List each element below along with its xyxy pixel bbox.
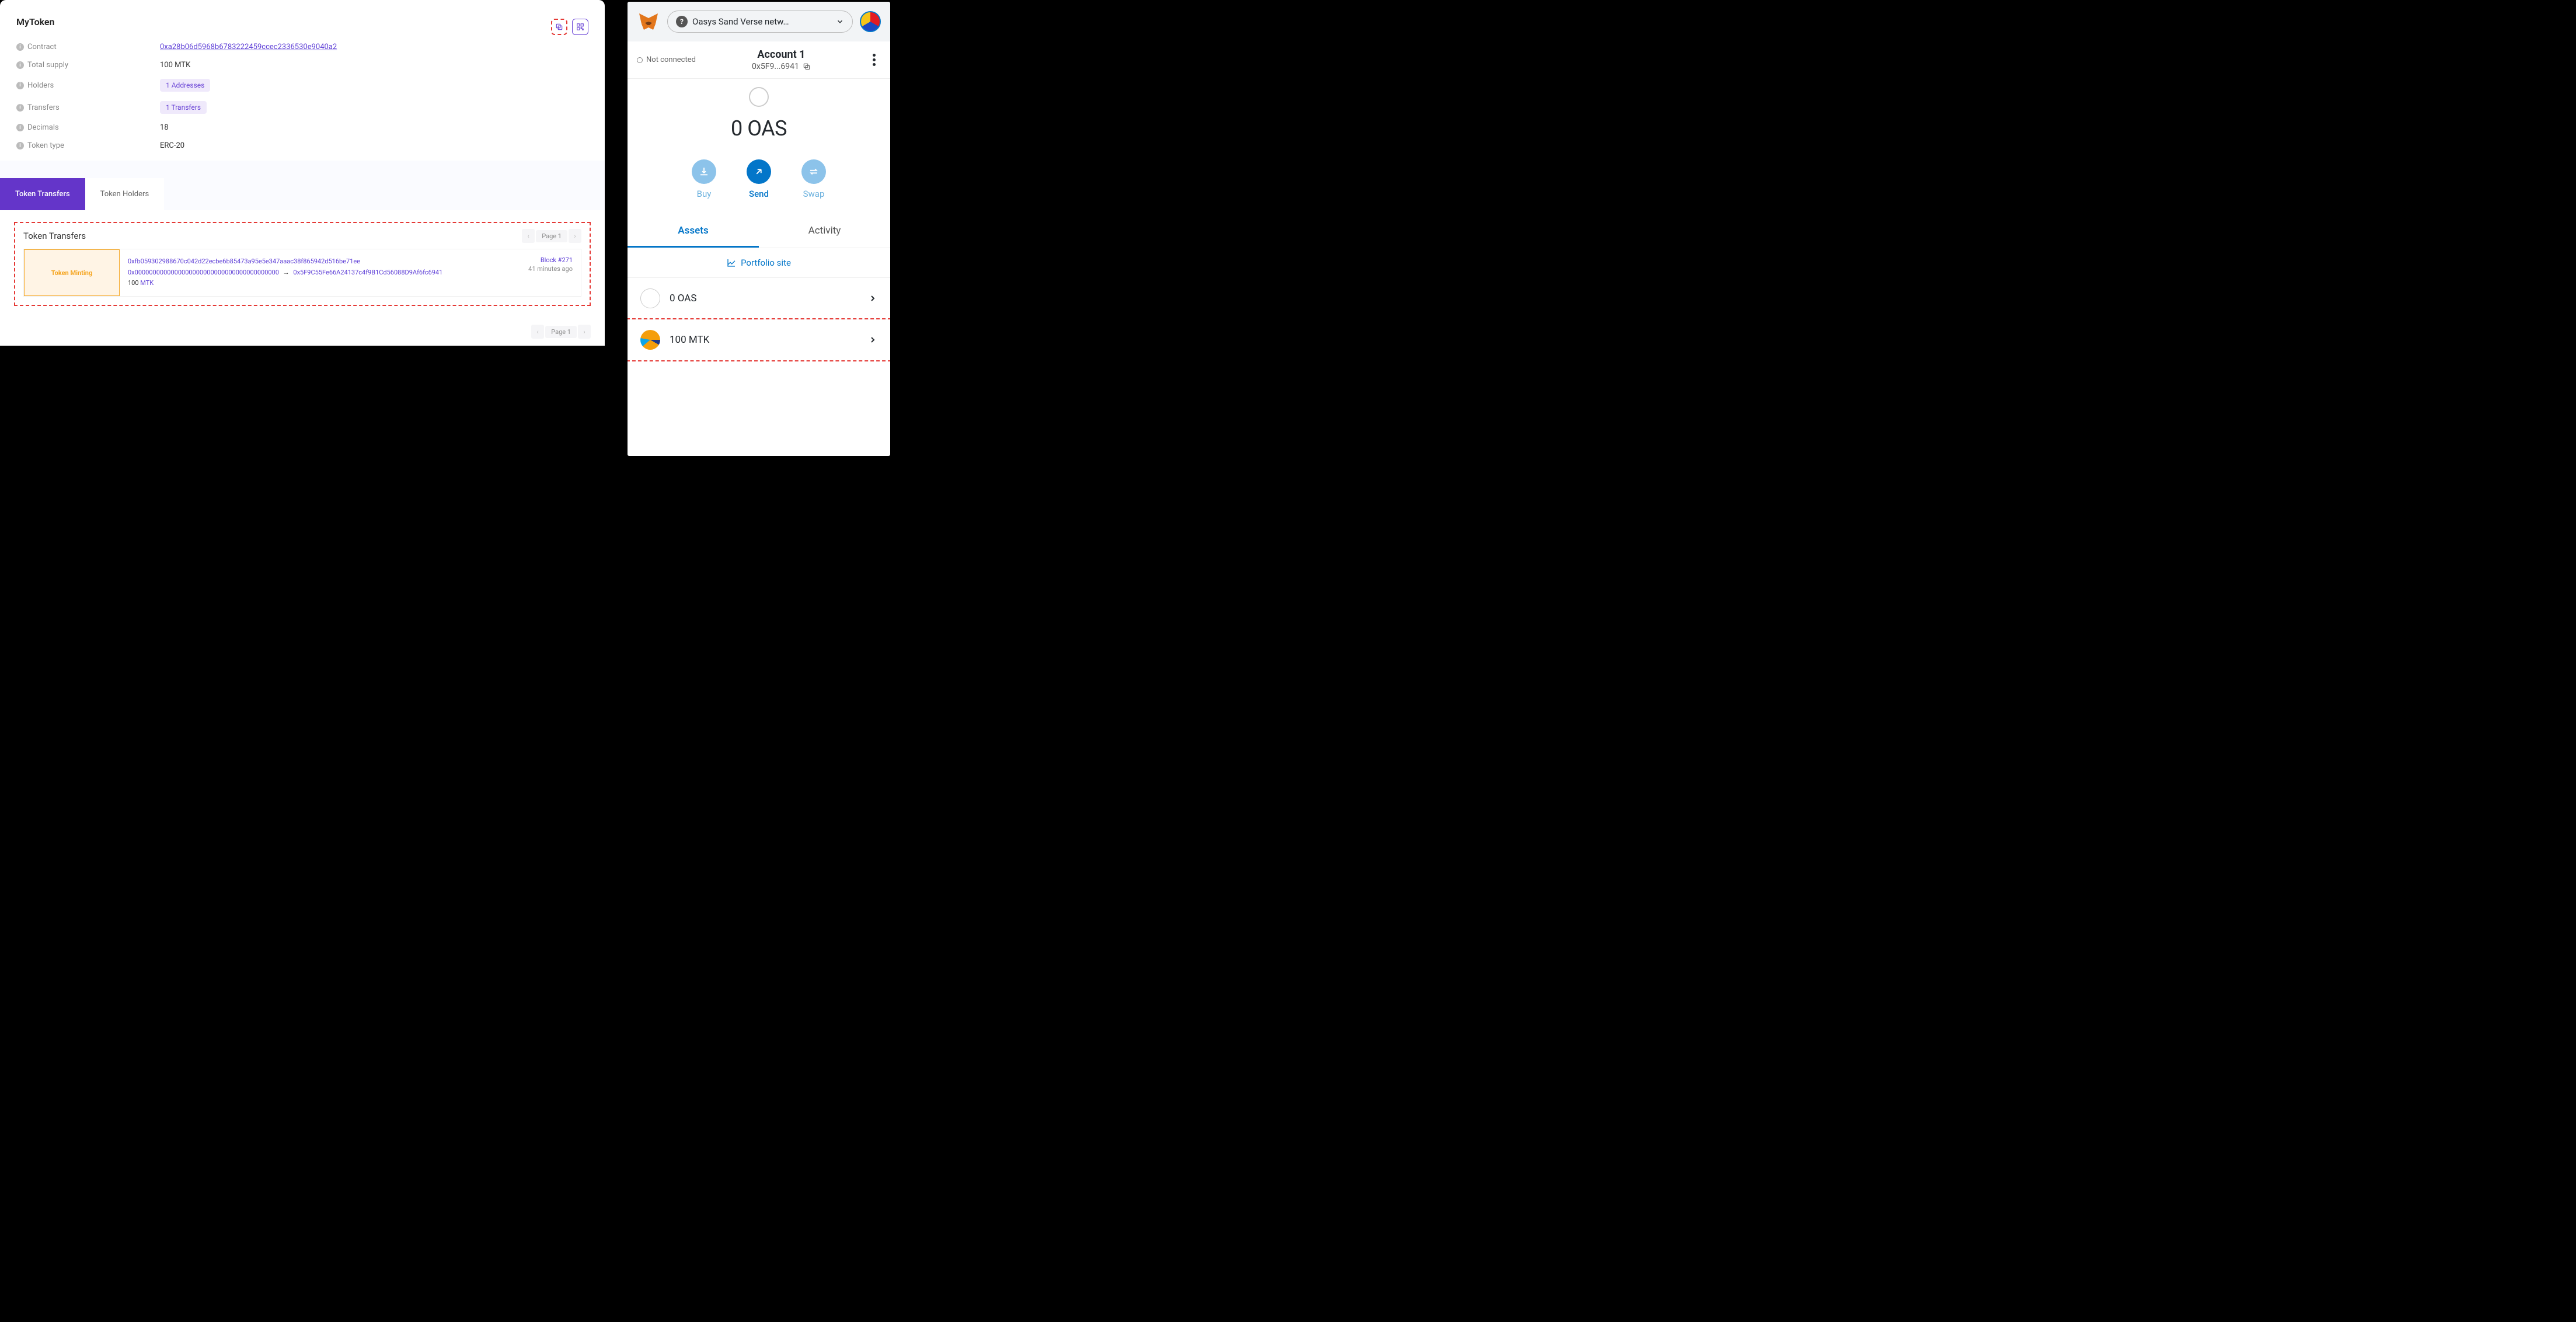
asset-icon-empty	[640, 288, 660, 308]
contract-link[interactable]: 0xa28b06d5968b6783222459ccec2336530e9040…	[160, 43, 337, 51]
arrow-up-right-icon	[754, 166, 764, 177]
transfers-title: Token Transfers	[23, 231, 86, 241]
transfer-meta: Block #271 41 minutes ago	[511, 249, 581, 296]
pager-prev[interactable]: ‹	[522, 229, 535, 243]
send-button[interactable]: Send	[747, 159, 771, 199]
to-address-link[interactable]: 0x5F9C55Fe66A24137c4f9B1Cd56088D9Af6fc69…	[293, 269, 442, 276]
detail-supply: iTotal supply 100 MTK	[16, 61, 588, 69]
swap-icon	[808, 166, 819, 177]
from-address-link[interactable]: 0x00000000000000000000000000000000000000…	[128, 269, 279, 276]
download-icon	[699, 166, 709, 177]
chevron-right-icon	[868, 335, 877, 345]
chevron-down-icon	[836, 18, 844, 26]
wallet-header: ? Oasys Sand Verse netw…	[628, 2, 890, 41]
qr-icon	[576, 23, 584, 31]
transfers-highlight-box: Token Transfers ‹ Page 1 › Token Minting	[14, 222, 591, 306]
detail-transfers: iTransfers 1 Transfers	[16, 101, 588, 114]
pager-prev[interactable]: ‹	[531, 325, 544, 339]
token-card: MyToken iContract 0xa28b06d5968b67832224…	[0, 0, 605, 346]
wallet-tabs: Assets Activity	[628, 215, 890, 248]
wallet-panel: ? Oasys Sand Verse netw… Not connected A…	[626, 0, 892, 458]
tab-token-holders[interactable]: Token Holders	[85, 178, 165, 210]
pager-next[interactable]: ›	[578, 325, 591, 339]
transfer-details: 0xfb059302988670c042d22ecbe6b85473a95e5e…	[120, 249, 511, 296]
transfers-badge[interactable]: 1 Transfers	[160, 101, 207, 114]
portfolio-link[interactable]: Portfolio site	[628, 248, 890, 278]
account-address[interactable]: 0x5F9...6941	[696, 62, 867, 71]
explorer-panel: MyToken iContract 0xa28b06d5968b67832224…	[0, 0, 605, 458]
pager-label: Page 1	[536, 230, 567, 242]
tx-hash-link[interactable]: 0xfb059302988670c042d22ecbe6b85473a95e5e…	[128, 258, 360, 265]
transfer-symbol[interactable]: MTK	[140, 279, 154, 287]
copy-icon	[555, 23, 563, 31]
info-icon: i	[16, 82, 24, 89]
holders-badge[interactable]: 1 Addresses	[160, 79, 210, 92]
metamask-fox-icon	[637, 10, 660, 33]
tab-assets[interactable]: Assets	[628, 215, 759, 248]
buy-button[interactable]: Buy	[692, 159, 716, 199]
copy-button[interactable]	[551, 19, 567, 35]
detail-type: iToken type ERC-20	[16, 141, 588, 150]
chart-icon	[727, 258, 736, 267]
asset-label: 0 OAS	[670, 293, 859, 304]
swap-button[interactable]: Swap	[801, 159, 826, 199]
tab-token-transfers[interactable]: Token Transfers	[0, 178, 85, 210]
detail-decimals: iDecimals 18	[16, 123, 588, 132]
action-row: Buy Send Swap	[628, 147, 890, 215]
balance-area: 0 OAS	[628, 79, 890, 147]
network-selector[interactable]: ? Oasys Sand Verse netw…	[667, 11, 853, 33]
account-avatar[interactable]	[860, 11, 881, 32]
account-bar: Not connected Account 1 0x5F9...6941	[628, 41, 890, 79]
info-icon: i	[16, 61, 24, 69]
minting-tag: Token Minting	[24, 249, 120, 296]
connection-status[interactable]: Not connected	[637, 55, 696, 64]
asset-label: 100 MTK	[670, 334, 859, 346]
info-icon: i	[16, 104, 24, 112]
arrow-icon: →	[283, 269, 290, 276]
balance-value: 0 OAS	[628, 116, 890, 141]
chevron-right-icon	[868, 294, 877, 303]
transfer-amount: 100	[128, 279, 139, 287]
asset-icon-mtk	[640, 330, 660, 350]
block-link[interactable]: Block #271	[519, 256, 573, 264]
tab-activity[interactable]: Activity	[759, 215, 890, 248]
pager-label: Page 1	[545, 326, 577, 338]
detail-holders: iHolders 1 Addresses	[16, 79, 588, 92]
network-name: Oasys Sand Verse netw…	[692, 16, 831, 27]
qr-button[interactable]	[572, 19, 588, 35]
pager-bottom: ‹ Page 1 ›	[531, 325, 591, 339]
explorer-tabs: Token Transfers Token Holders	[0, 178, 605, 210]
asset-row-oas[interactable]: 0 OAS	[628, 278, 890, 319]
token-title: MyToken	[16, 16, 588, 27]
loading-spinner-icon	[749, 87, 769, 107]
pager-top: ‹ Page 1 ›	[522, 229, 581, 243]
info-icon: i	[16, 43, 24, 51]
connection-dot-icon	[637, 57, 643, 63]
asset-row-mtk[interactable]: 100 MTK	[626, 318, 891, 361]
info-icon: i	[16, 142, 24, 149]
copy-icon	[803, 62, 811, 71]
network-unknown-icon: ?	[676, 16, 688, 27]
time-ago: 41 minutes ago	[528, 265, 573, 273]
account-name[interactable]: Account 1	[696, 48, 867, 61]
info-icon: i	[16, 124, 24, 131]
pager-next[interactable]: ›	[569, 229, 581, 243]
account-menu-button[interactable]	[867, 54, 881, 66]
detail-contract: iContract 0xa28b06d5968b6783222459ccec23…	[16, 43, 588, 51]
transfer-row: Token Minting 0xfb059302988670c042d22ecb…	[23, 249, 581, 297]
